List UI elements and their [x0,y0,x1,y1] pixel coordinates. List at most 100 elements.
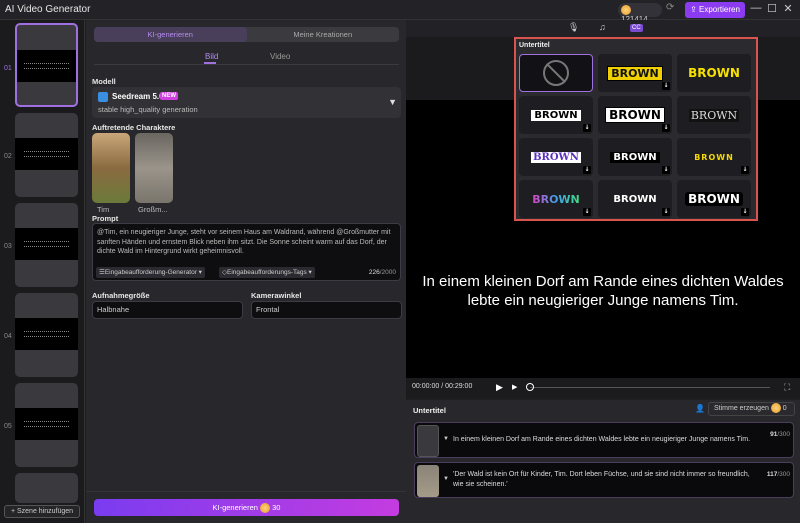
coin-icon [260,503,271,514]
character-image-tim[interactable] [92,133,130,203]
style-option[interactable]: BROWN [677,96,751,134]
style-option[interactable]: BROWN ↓ [598,54,672,92]
style-option[interactable]: BROWN ↓ [519,96,593,134]
tab-ki-generieren[interactable]: KI-generieren [94,27,247,42]
generate-voice-button[interactable]: Stimme erzeugen 0 [708,402,795,416]
character-image-grossmutter[interactable] [135,133,173,203]
export-label: Exportieren [699,5,740,14]
style-option[interactable]: BROWN ↓ [677,138,751,176]
model-description: stable high_quality generation [98,105,198,114]
style-option[interactable]: BROWN [677,54,751,92]
style-preview: BROWN [688,66,740,80]
style-option[interactable]: BROWN ↓ [598,96,672,134]
generate-button[interactable]: KI-generieren 30 [94,499,399,516]
close-icon[interactable]: ✕ [781,2,795,15]
prompt-generator-dropdown[interactable]: ☰Eingabeaufforderung-Generator ▾ [96,267,205,278]
style-preview: BROWN [531,151,581,163]
prompt-char-count: 226/2000 [368,269,396,276]
play-icon[interactable]: ▶ [496,382,503,393]
tab-bild[interactable]: Bild [205,52,218,61]
app-title: AI Video Generator [5,4,91,15]
scene-thumbnail[interactable] [15,23,78,107]
video-caption: In einem kleinen Dorf am Rande eines dic… [422,273,784,309]
popup-title: Untertitel [519,42,550,49]
chevron-down-icon[interactable]: ▼ [443,436,449,442]
fullscreen-icon[interactable]: ⛶ [784,382,790,393]
refresh-icon[interactable]: ⟳ [666,2,674,13]
subtitle-text[interactable]: In einem kleinen Dorf am Rande eines dic… [453,435,753,445]
download-icon: ↓ [741,208,749,216]
style-option[interactable]: BROWN ↓ [519,138,593,176]
tab-video[interactable]: Video [270,52,290,61]
download-icon: ↓ [583,166,591,174]
character-name: Großm... [138,205,168,214]
voice-label: Stimme erzeugen [714,405,769,412]
style-option[interactable]: BROWN ↓ [677,180,751,218]
title-bar: AI Video Generator 121414 ⟳ ⇪ Exportiere… [0,0,800,24]
character-name: Tim [97,205,110,214]
subtitle-list-panel: Untertitel 👤 Stimme erzeugen 0 ▼ In eine… [406,400,800,523]
download-icon: ↓ [741,166,749,174]
subtitle-char-count: 117/300 [766,471,790,478]
no-style-icon [543,60,569,86]
music-icon[interactable]: ♫ [599,22,606,32]
style-preview: BROWN [531,109,581,121]
style-option[interactable]: BROWN ↓ [598,180,672,218]
style-option[interactable]: BROWN ↓ [598,138,672,176]
voice-cost: 0 [782,405,787,412]
subtitle-row[interactable]: ▼ In einem kleinen Dorf am Rande eines d… [414,422,794,458]
scene-thumbnail[interactable] [15,383,78,467]
prompt-label: Prompt [92,214,119,223]
new-badge: NEW [160,92,178,100]
generation-panel: KI-generieren Meine Kreationen Bild Vide… [86,20,406,523]
speaker-avatar-placeholder[interactable] [417,425,439,457]
maximize-icon[interactable]: ☐ [765,2,779,15]
subtitle-style-popup: Untertitel BROWN ↓ BROWN BROWN ↓ BROWN ↓ BR… [514,37,758,221]
subtitle-text[interactable]: 'Der Wald ist kein Ort für Kinder, Tim. … [453,470,753,490]
tab-meine-kreationen[interactable]: Meine Kreationen [247,27,400,42]
style-option[interactable]: BROWN ↓ [519,180,593,218]
characters-label: Auftretende Charaktere [92,123,176,132]
prompt-generator-label: Eingabeaufforderung-Generator ▾ [104,269,202,276]
model-select[interactable]: Seedream 5.0 NEW stable high_quality gen… [92,87,401,118]
timeline-track[interactable] [530,387,770,388]
model-label: Modell [92,77,116,86]
download-icon: ↓ [662,124,670,132]
shot-size-field[interactable]: Halbnahe [92,301,243,319]
scene-thumbnail[interactable] [15,203,78,287]
next-frame-icon[interactable]: ▶ [512,383,517,391]
scene-thumbnail[interactable] [15,473,78,503]
playhead-handle[interactable] [526,383,534,391]
download-icon: ↓ [662,82,670,90]
scene-number: 04 [4,333,12,340]
style-preview: BROWN [694,152,734,162]
prompt-tags-dropdown[interactable]: ◇Eingabeaufforderungs-Tags ▾ [219,267,315,278]
coin-icon [621,5,631,15]
credits-badge: 121414 [618,3,662,24]
export-button[interactable]: ⇪ Exportieren [685,2,745,18]
speaker-avatar[interactable] [417,465,439,497]
download-icon: ↓ [583,208,591,216]
chevron-down-icon[interactable]: ▼ [443,476,449,482]
add-scene-button[interactable]: + Szene hinzufügen [4,505,80,518]
minimize-icon[interactable]: — [749,2,763,14]
prompt-tags-label: Eingabeaufforderungs-Tags ▾ [227,269,312,276]
subtitle-cc-icon[interactable]: CC [630,24,643,32]
style-none[interactable] [519,54,593,92]
chevron-down-icon: ▼ [388,97,397,107]
download-icon: ↓ [583,124,591,132]
camera-angle-field[interactable]: Frontal [251,301,402,319]
playback-bar: 00:00:00 / 00:29:00 ▶ ▶ ⛶ [406,378,800,398]
subtitle-char-count: 91/300 [770,431,790,438]
microphone-icon[interactable]: 🎙 [568,22,579,33]
scene-thumbnail[interactable] [15,293,78,377]
generate-label: KI-generieren [212,503,258,512]
shot-size-label: Aufnahmegröße [92,291,150,300]
prompt-textarea[interactable]: @Tim, ein neugieriger Junge, steht vor s… [92,223,401,281]
generate-cost: 30 [272,503,281,512]
style-preview: BROWN [688,108,740,122]
voice-person-icon[interactable]: 👤 [695,404,705,413]
scene-thumbnail[interactable] [15,113,78,197]
scene-number: 01 [4,65,12,72]
subtitle-row[interactable]: ▼ 'Der Wald ist kein Ort für Kinder, Tim… [414,462,794,498]
